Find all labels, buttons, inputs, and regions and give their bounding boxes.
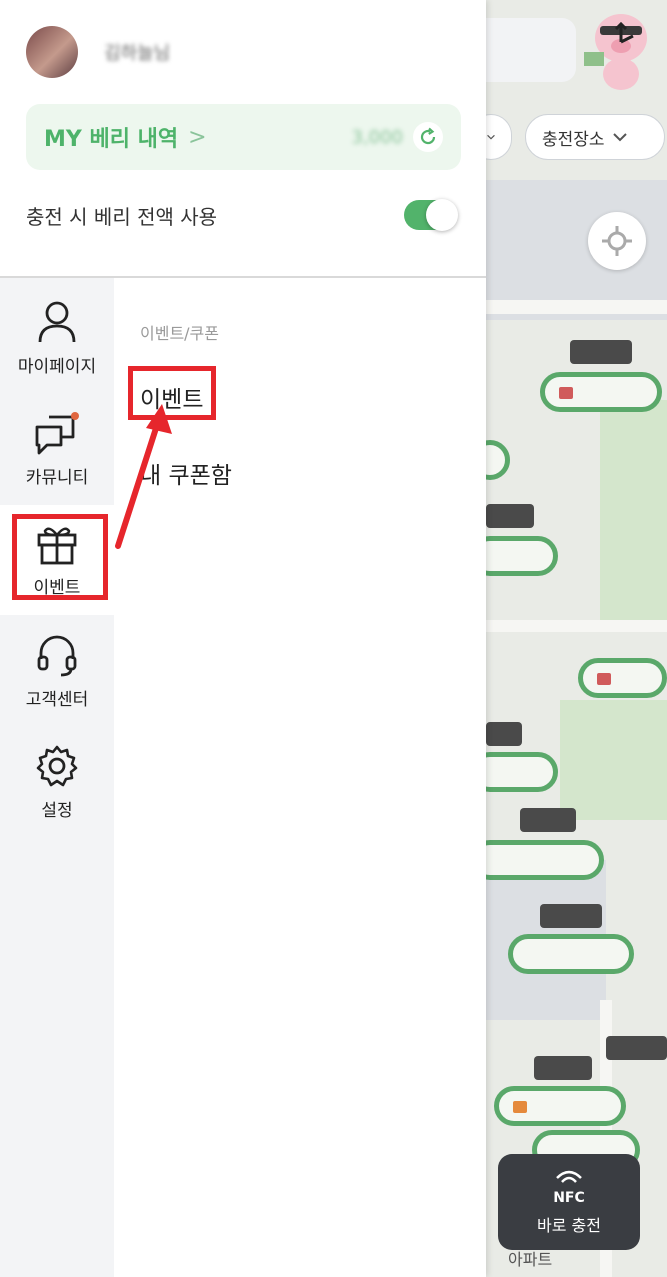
annotation-arrow <box>115 404 172 549</box>
